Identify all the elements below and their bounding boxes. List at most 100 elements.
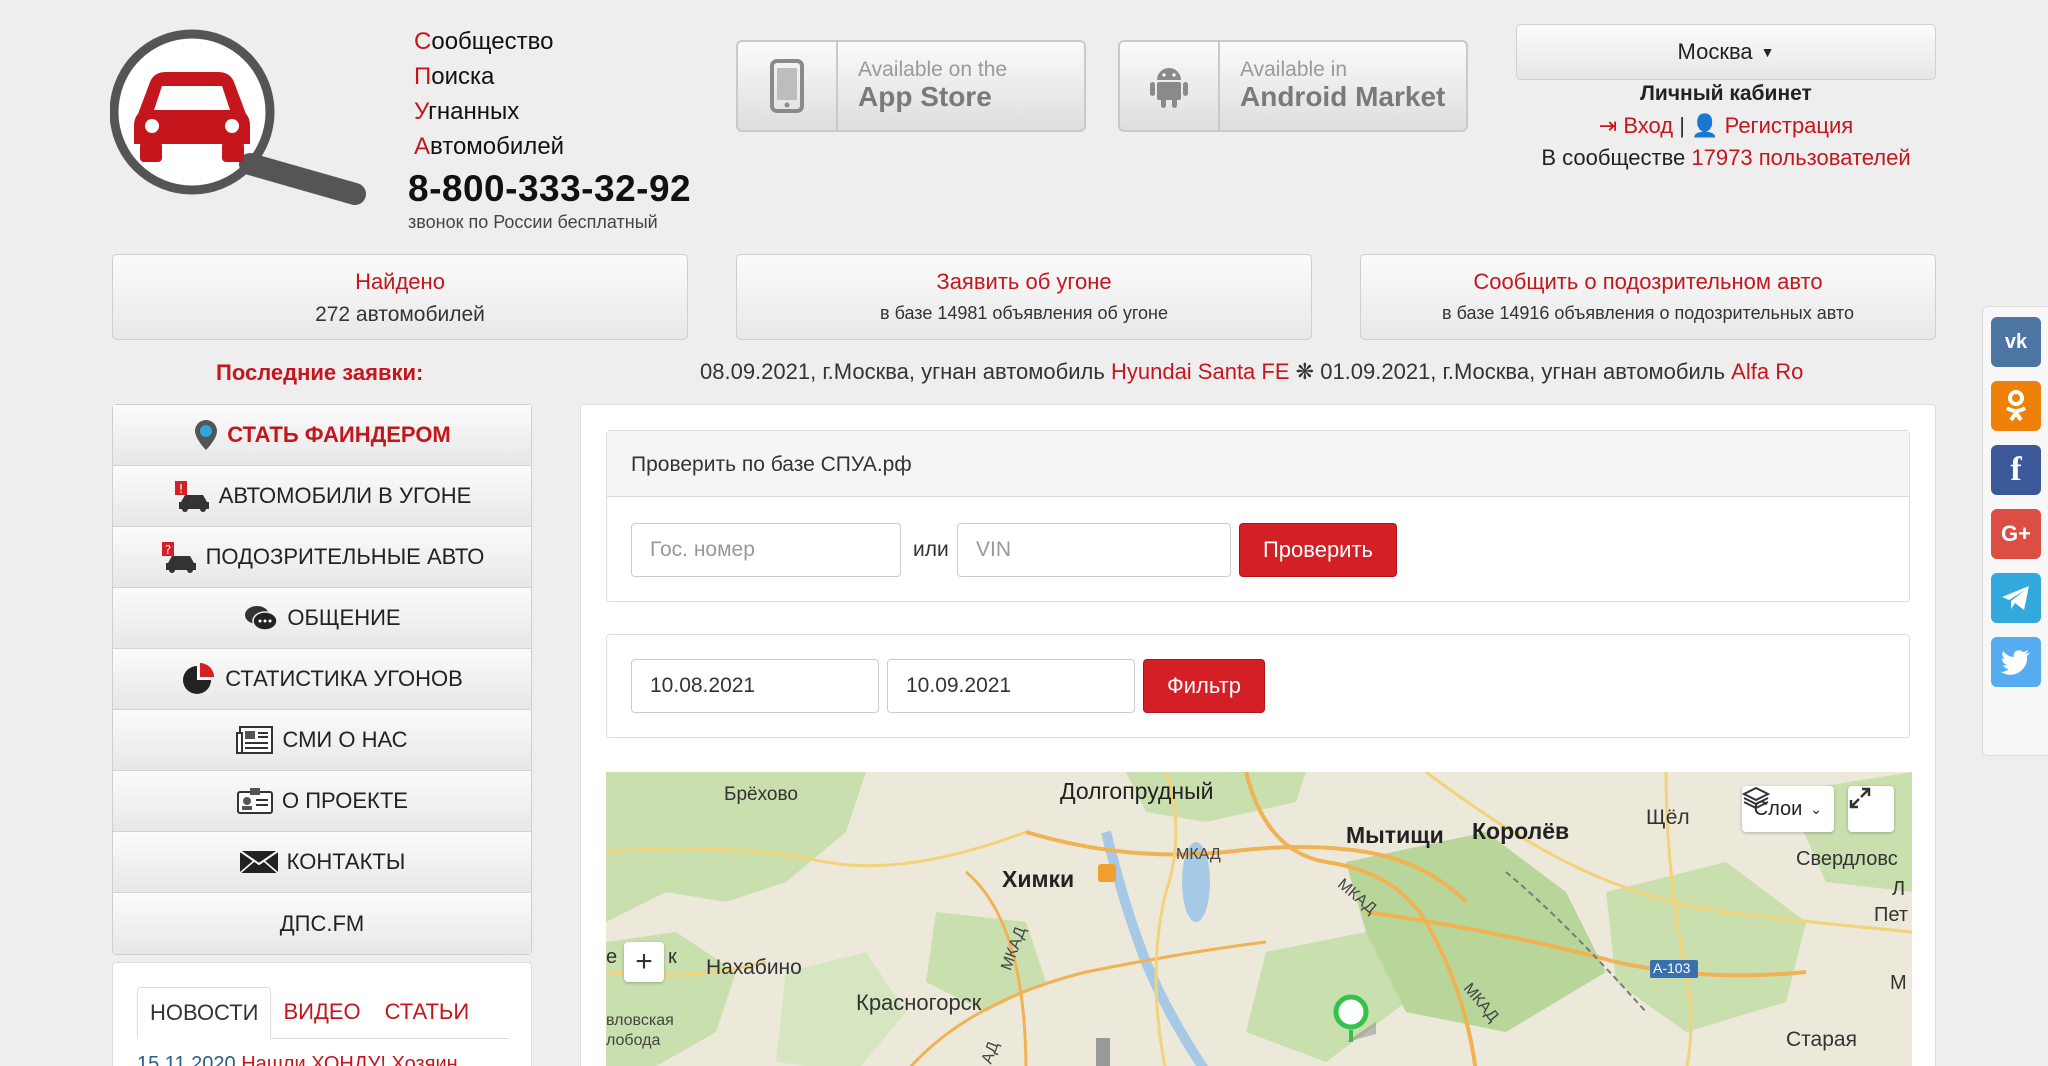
svg-text:?: ? (164, 543, 170, 557)
map-label: лобода (606, 1032, 661, 1049)
menu-item-about[interactable]: О ПРОЕКТЕ (113, 771, 531, 832)
newspaper-icon (236, 726, 274, 754)
vin-input[interactable] (957, 523, 1231, 577)
menu-item-chat[interactable]: ОБЩЕНИЕ (113, 588, 531, 649)
vk-icon: vk (2004, 330, 2028, 353)
news-tabs: НОВОСТИ ВИДЕО СТАТЬИ (137, 987, 509, 1039)
suspicious-value: в базе 14916 объявления о подозрительных… (1442, 303, 1854, 323)
found-cars-box[interactable]: Найдено 272 автомобилей (112, 254, 688, 340)
brand-initial: У (414, 98, 429, 125)
menu-item-label: ОБЩЕНИЕ (287, 605, 401, 630)
logo[interactable] (109, 22, 370, 212)
check-button[interactable]: Проверить (1239, 523, 1397, 577)
id-card-icon (237, 788, 274, 814)
magnifier-car-icon (109, 29, 366, 205)
map-fullscreen-button[interactable] (1848, 786, 1894, 832)
map-label: МКАД (1176, 846, 1221, 863)
tab-news[interactable]: НОВОСТИ (137, 987, 272, 1039)
report-title: Заявить об угоне (936, 269, 1112, 294)
tab-video[interactable]: ВИДЕО (271, 987, 372, 1038)
community-count-link[interactable]: 17973 пользователей (1691, 145, 1910, 170)
news-date: 15.11.2020 (137, 1053, 236, 1066)
android-market-button[interactable]: Available in Android Market (1118, 40, 1468, 132)
map-label: Королёв (1472, 818, 1570, 844)
app-store-button[interactable]: Available on the App Store (736, 40, 1086, 132)
login-link[interactable]: ⇥ Вход (1599, 113, 1673, 138)
menu-item-label: ПОДОЗРИТЕЛЬНЫЕ АВТО (205, 544, 485, 569)
stolen-car-icon: ! (174, 481, 209, 512)
date-from-input[interactable] (631, 659, 879, 713)
app-store-caption: Available on the (858, 58, 1008, 81)
map-label: Л (1892, 878, 1906, 900)
plus-icon: + (635, 945, 653, 978)
facebook-icon: f (2010, 451, 2022, 488)
brand-initial: С (414, 28, 432, 55)
brand-word: втомобилей (430, 133, 565, 160)
auth-separator: | (1679, 113, 1685, 138)
map-label: Щёл (1646, 806, 1690, 829)
ticker-item-link[interactable]: Hyundai Santa FE (1111, 359, 1290, 384)
check-panel: Проверить по базе СПУА.рф или Проверить (606, 430, 1910, 602)
date-to-input[interactable] (887, 659, 1135, 713)
menu-item-stolen-cars[interactable]: ! АВТОМОБИЛИ В УГОНЕ (113, 466, 531, 527)
report-theft-box[interactable]: Заявить об угоне в базе 14981 объявления… (736, 254, 1312, 340)
main-menu: СТАТЬ ФАИНДЕРОМ ! АВТОМОБИЛИ В УГОНЕ ? П… (112, 404, 532, 955)
telegram-share-button[interactable] (1991, 573, 2041, 623)
menu-item-become-finder[interactable]: СТАТЬ ФАИНДЕРОМ (113, 405, 531, 466)
theft-map[interactable]: Брёхово Долгопрудный Мытищи Королёв Щёл … (606, 772, 1912, 1066)
map-label: Долгопрудный (1060, 778, 1214, 804)
android-icon (1120, 42, 1220, 130)
hotline-phone[interactable]: 8-800-333-32-92 (408, 168, 691, 210)
vk-share-button[interactable]: vk (1991, 317, 2041, 367)
tab-articles[interactable]: СТАТЬИ (373, 987, 482, 1038)
menu-item-label: СТАТИСТИКА УГОНОВ (225, 666, 463, 691)
menu-item-contacts[interactable]: КОНТАКТЫ (113, 832, 531, 893)
menu-item-press[interactable]: СМИ О НАС (113, 710, 531, 771)
phone-icon (738, 42, 838, 130)
or-label: или (913, 538, 949, 561)
ok-share-button[interactable] (1991, 381, 2041, 431)
twitter-share-button[interactable] (1991, 637, 2041, 687)
ticker-item-link[interactable]: Alfa Ro (1731, 359, 1803, 384)
chat-bubbles-icon (245, 606, 279, 631)
register-link[interactable]: 👤 Регистрация (1691, 113, 1853, 138)
map-label: е (606, 946, 618, 968)
layers-icon (1741, 786, 1770, 810)
android-market-caption: Available in (1240, 58, 1348, 81)
app-store-title: App Store (858, 81, 992, 112)
map-zoom-in-button[interactable]: + (624, 942, 664, 982)
brand-word: оиска (431, 63, 495, 90)
menu-item-dps-fm[interactable]: ДПС.FM (113, 893, 531, 954)
ticker-separator: ❋ (1295, 359, 1315, 384)
google-plus-share-button[interactable]: G+ (1991, 509, 2041, 559)
menu-item-statistics[interactable]: СТАТИСТИКА УГОНОВ (113, 649, 531, 710)
register-label: Регистрация (1724, 113, 1854, 138)
social-share-bar: vk f G+ (1982, 306, 2048, 756)
pie-chart-icon (183, 663, 215, 694)
brand-word: ообщество (431, 28, 554, 55)
facebook-share-button[interactable]: f (1991, 445, 2041, 495)
expand-icon (1849, 787, 1871, 809)
android-market-title: Android Market (1240, 81, 1446, 112)
plate-number-input[interactable] (631, 523, 901, 577)
map-layers-button[interactable]: Слои ⌄ (1741, 786, 1834, 832)
news-title[interactable]: Нашли ХОНДУ! Хозяин (241, 1053, 458, 1066)
news-item[interactable]: 15.11.2020 Нашли ХОНДУ! Хозяин (137, 1053, 458, 1066)
suspicious-car-icon: ? (161, 542, 196, 573)
menu-item-label: О ПРОЕКТЕ (282, 788, 408, 813)
menu-item-label: КОНТАКТЫ (286, 849, 406, 874)
filter-button[interactable]: Фильтр (1143, 659, 1265, 713)
map-label: М (1890, 972, 1907, 994)
city-dropdown[interactable]: Москва ▼ (1516, 24, 1936, 80)
map-label: Пет (1874, 904, 1908, 926)
odnoklassniki-icon (2005, 390, 2027, 422)
map-label: Красногорск (856, 990, 982, 1015)
map-label: Свердловс (1796, 848, 1898, 870)
map-label: Нахабино (706, 956, 802, 979)
report-suspicious-box[interactable]: Сообщить о подозрительном авто в базе 14… (1360, 254, 1936, 340)
map-tiles (606, 772, 1912, 1066)
menu-item-suspicious-cars[interactable]: ? ПОДОЗРИТЕЛЬНЫЕ АВТО (113, 527, 531, 588)
latest-requests-label: Последние заявки: (216, 360, 424, 385)
suspicious-title: Сообщить о подозрительном авто (1473, 269, 1823, 294)
brand-word: гнанных (428, 98, 520, 125)
